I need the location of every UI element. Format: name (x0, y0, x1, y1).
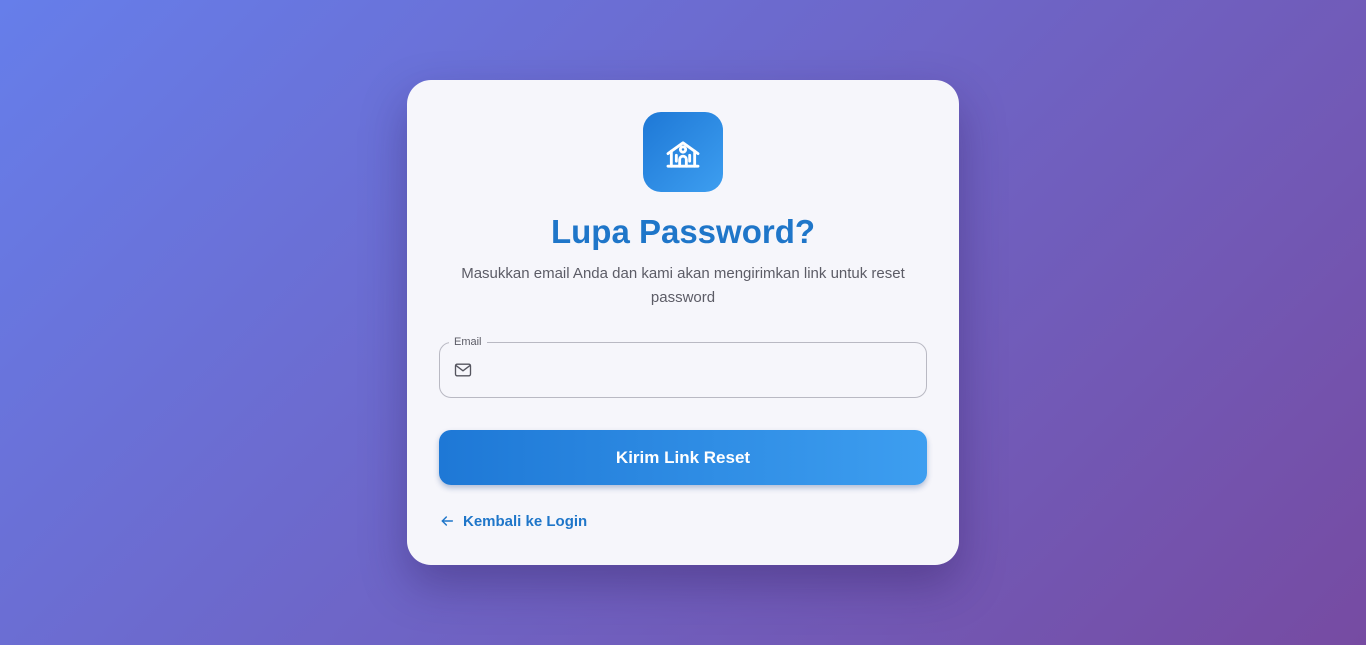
email-field-label: Email (449, 334, 487, 350)
email-field[interactable]: Email (439, 334, 927, 399)
school-building-icon (643, 112, 723, 192)
back-to-login-link[interactable]: Kembali ke Login (439, 509, 587, 533)
send-reset-link-button[interactable]: Kirim Link Reset (439, 430, 927, 485)
mail-icon (453, 360, 473, 380)
page-title: Lupa Password? (550, 213, 816, 250)
arrow-left-icon (439, 513, 455, 529)
email-input[interactable] (486, 343, 914, 399)
page-subtitle: Masukkan email Anda dan kami akan mengir… (461, 265, 905, 306)
back-to-login-label: Kembali ke Login (463, 512, 588, 530)
forgot-password-card: Lupa Password? Masukkan email Anda dan k… (407, 80, 959, 565)
